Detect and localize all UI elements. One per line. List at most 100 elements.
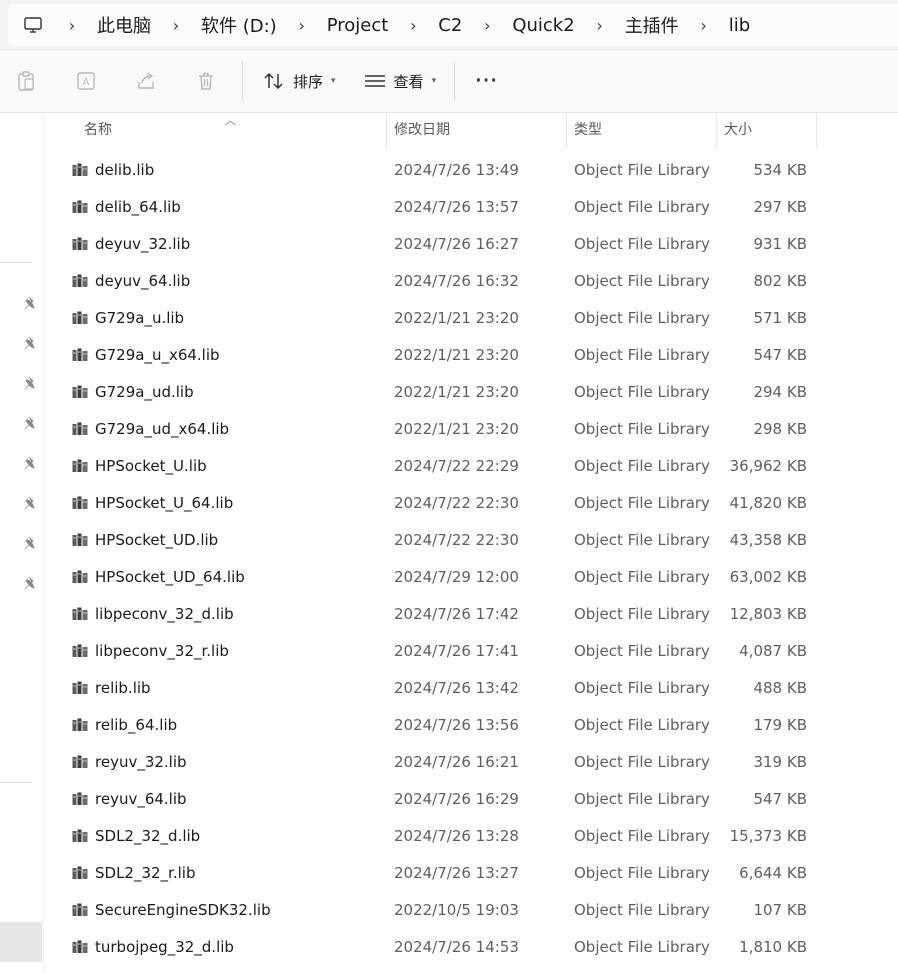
chevron-right-icon[interactable]: › xyxy=(288,16,316,35)
breadcrumb-item-lib[interactable]: lib xyxy=(718,15,761,36)
chevron-right-icon[interactable]: › xyxy=(399,16,427,35)
file-row[interactable]: G729a_ud_x64.lib 2022/1/21 23:20 Object Fi… xyxy=(45,411,898,448)
file-name[interactable]: G729a_ud_x64.lib xyxy=(95,411,229,448)
file-name[interactable]: relib.lib xyxy=(95,670,151,707)
column-resize-handle[interactable] xyxy=(386,114,387,148)
file-row[interactable]: delib_64.lib 2024/7/26 13:57 Object File L… xyxy=(45,189,898,226)
lib-file-icon xyxy=(72,533,88,546)
file-row[interactable]: relib.lib 2024/7/26 13:42 Object File Libr… xyxy=(45,670,898,707)
chevron-right-icon[interactable]: › xyxy=(58,16,86,35)
column-header-name[interactable]: 名称 xyxy=(84,114,112,148)
file-name[interactable]: reyuv_64.lib xyxy=(95,781,187,818)
pin-icon[interactable] xyxy=(22,374,40,392)
file-modified-date: 2024/7/22 22:30 xyxy=(394,531,519,549)
file-modified-date: 2024/7/26 13:49 xyxy=(394,161,519,179)
file-size: 547 KB xyxy=(753,790,807,808)
chevron-right-icon[interactable]: › xyxy=(473,16,501,35)
file-name[interactable]: SDL2_32_d.lib xyxy=(95,818,200,855)
pin-icon[interactable] xyxy=(22,334,40,352)
view-button[interactable]: 查看 ▾ xyxy=(354,61,447,101)
file-row[interactable]: SecureEngineSDK32.lib 2022/10/5 19:03 Obje… xyxy=(45,892,898,929)
file-modified-date: 2024/7/26 13:28 xyxy=(394,827,519,845)
pin-icon[interactable] xyxy=(22,494,40,512)
pin-icon[interactable] xyxy=(22,294,40,312)
file-row[interactable]: HPSocket_U_64.lib 2024/7/22 22:30 Object F… xyxy=(45,485,898,522)
file-row[interactable]: HPSocket_UD.lib 2024/7/22 22:30 Object Fil… xyxy=(45,522,898,559)
file-type: Object File Library xyxy=(574,864,710,882)
file-row[interactable]: G729a_u_x64.lib 2022/1/21 23:20 Object Fil… xyxy=(45,337,898,374)
file-name[interactable]: reyuv_32.lib xyxy=(95,744,187,781)
file-name[interactable]: HPSocket_UD_64.lib xyxy=(95,559,245,596)
file-name[interactable]: G729a_u_x64.lib xyxy=(95,337,220,374)
file-name[interactable]: HPSocket_UD.lib xyxy=(95,522,218,559)
file-row[interactable]: reyuv_64.lib 2024/7/26 16:29 Object File L… xyxy=(45,781,898,818)
column-header-date[interactable]: 修改日期 xyxy=(394,114,450,148)
column-header-size[interactable]: 大小 xyxy=(724,114,752,148)
file-name[interactable]: deyuv_32.lib xyxy=(95,226,190,263)
nav-item-selected[interactable] xyxy=(0,922,42,962)
file-name[interactable]: libpeconv_32_d.lib xyxy=(95,596,234,633)
file-row[interactable]: deyuv_64.lib 2024/7/26 16:32 Object File L… xyxy=(45,263,898,300)
file-name[interactable]: SecureEngineSDK32.lib xyxy=(95,892,271,929)
breadcrumb-item-project[interactable]: Project xyxy=(316,15,400,36)
column-resize-handle[interactable] xyxy=(566,114,567,148)
file-row[interactable]: turbojpeg_32_d.lib 2024/7/26 14:53 Object … xyxy=(45,929,898,966)
sort-button[interactable]: 排序 ▾ xyxy=(253,61,346,101)
file-row[interactable]: HPSocket_UD_64.lib 2024/7/29 12:00 Object … xyxy=(45,559,898,596)
breadcrumb-item-main-plugin[interactable]: 主插件 xyxy=(614,12,690,38)
file-row[interactable]: libpeconv_32_d.lib 2024/7/26 17:42 Object … xyxy=(45,596,898,633)
file-row[interactable]: SDL2_32_r.lib 2024/7/26 13:27 Object File … xyxy=(45,855,898,892)
more-options-button[interactable]: ··· xyxy=(465,61,509,101)
lib-file-icon xyxy=(72,422,88,435)
delete-button[interactable] xyxy=(176,61,236,101)
file-name[interactable]: HPSocket_U_64.lib xyxy=(95,485,233,522)
file-name[interactable]: deyuv_64.lib xyxy=(95,263,190,300)
pin-icon[interactable] xyxy=(22,574,40,592)
breadcrumb-item-drive[interactable]: 软件 (D:) xyxy=(190,12,288,38)
file-row[interactable]: G729a_u.lib 2022/1/21 23:20 Object File Li… xyxy=(45,300,898,337)
breadcrumb-item-quick2[interactable]: Quick2 xyxy=(501,15,585,36)
this-pc-icon[interactable] xyxy=(8,4,58,46)
address-bar: › 此电脑 › 软件 (D:) › Project › C2 › Quick2 … xyxy=(0,0,898,50)
file-row[interactable]: SDL2_32_d.lib 2024/7/26 13:28 Object File … xyxy=(45,818,898,855)
breadcrumb-item-this-pc[interactable]: 此电脑 xyxy=(86,12,162,38)
file-modified-date: 2024/7/26 14:53 xyxy=(394,938,519,956)
file-type: Object File Library xyxy=(574,753,710,771)
share-button[interactable] xyxy=(116,61,176,101)
view-label: 查看 xyxy=(393,72,424,91)
column-header-type[interactable]: 类型 xyxy=(574,114,602,148)
file-name[interactable]: G729a_u.lib xyxy=(95,300,184,337)
breadcrumb-item-c2[interactable]: C2 xyxy=(427,15,473,36)
breadcrumb[interactable]: › 此电脑 › 软件 (D:) › Project › C2 › Quick2 … xyxy=(8,4,898,46)
file-type: Object File Library xyxy=(574,790,710,808)
file-name[interactable]: delib.lib xyxy=(95,152,154,189)
pin-icon[interactable] xyxy=(22,534,40,552)
file-row[interactable]: delib.lib 2024/7/26 13:49 Object File Libr… xyxy=(45,152,898,189)
file-row[interactable]: reyuv_32.lib 2024/7/26 16:21 Object File L… xyxy=(45,744,898,781)
chevron-right-icon[interactable]: › xyxy=(586,16,614,35)
file-row[interactable]: HPSocket_U.lib 2024/7/22 22:29 Object File… xyxy=(45,448,898,485)
file-modified-date: 2024/7/29 12:00 xyxy=(394,568,519,586)
rename-button[interactable]: A xyxy=(56,61,116,101)
file-name[interactable]: libpeconv_32_r.lib xyxy=(95,633,229,670)
file-row[interactable]: relib_64.lib 2024/7/26 13:56 Object File L… xyxy=(45,707,898,744)
file-size: 1,810 KB xyxy=(739,938,807,956)
column-resize-handle[interactable] xyxy=(816,114,817,148)
file-name[interactable]: SDL2_32_r.lib xyxy=(95,855,195,892)
file-row[interactable]: deyuv_32.lib 2024/7/26 16:27 Object File L… xyxy=(45,226,898,263)
file-name[interactable]: turbojpeg_32_d.lib xyxy=(95,929,234,966)
file-name[interactable]: HPSocket_U.lib xyxy=(95,448,207,485)
file-name[interactable]: delib_64.lib xyxy=(95,189,181,226)
pin-icon[interactable] xyxy=(22,454,40,472)
file-row[interactable]: G729a_ud.lib 2022/1/21 23:20 Object File L… xyxy=(45,374,898,411)
chevron-right-icon[interactable]: › xyxy=(162,16,190,35)
file-name[interactable]: G729a_ud.lib xyxy=(95,374,194,411)
pin-icon[interactable] xyxy=(22,414,40,432)
column-resize-handle[interactable] xyxy=(716,114,717,148)
navigation-pane[interactable] xyxy=(0,114,44,973)
chevron-right-icon[interactable]: › xyxy=(690,16,718,35)
paste-button[interactable] xyxy=(0,61,56,101)
file-size: 802 KB xyxy=(753,272,807,290)
file-row[interactable]: libpeconv_32_r.lib 2024/7/26 17:41 Object … xyxy=(45,633,898,670)
file-name[interactable]: relib_64.lib xyxy=(95,707,177,744)
